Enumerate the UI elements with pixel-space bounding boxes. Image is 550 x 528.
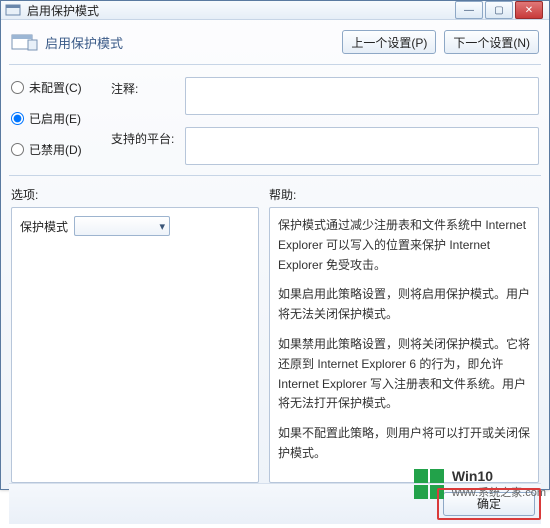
comment-input[interactable] <box>185 77 539 115</box>
divider-2 <box>9 175 541 176</box>
help-label: 帮助: <box>269 186 539 203</box>
platform-display <box>185 127 539 165</box>
radio-disabled-input[interactable] <box>11 143 24 156</box>
minimize-button[interactable]: — <box>455 1 483 19</box>
section-title: 启用保护模式 <box>45 33 123 52</box>
platform-label: 支持的平台: <box>111 127 179 147</box>
help-panel: 保护模式通过减少注册表和文件系统中 Internet Explorer 可以写入… <box>269 207 539 483</box>
radio-unconfigured-input[interactable] <box>11 81 24 94</box>
help-paragraph-4: 如果不配置此策略，则用户将可以打开或关闭保护模式。 <box>278 424 530 464</box>
config-area: 未配置(C) 已启用(E) 已禁用(D) 注释: 支持的平台: <box>9 73 541 175</box>
dialog-window: 启用保护模式 — ▢ ✕ 启用保护模式 上一个设置(P) 下一个设置(N) <box>0 0 550 490</box>
help-text: 保护模式通过减少注册表和文件系统中 Internet Explorer 可以写入… <box>278 216 530 464</box>
radio-disabled-label: 已禁用(D) <box>29 141 82 158</box>
radio-enabled-label: 已启用(E) <box>29 110 81 127</box>
app-icon <box>5 2 21 18</box>
radio-unconfigured[interactable]: 未配置(C) <box>11 79 101 96</box>
content-area: 启用保护模式 上一个设置(P) 下一个设置(N) 未配置(C) 已启用(E) <box>1 20 549 528</box>
maximize-button[interactable]: ▢ <box>485 1 513 19</box>
previous-setting-button[interactable]: 上一个设置(P) <box>342 30 436 54</box>
options-panel: 保护模式 ▾ <box>11 207 259 483</box>
header-row: 启用保护模式 上一个设置(P) 下一个设置(N) <box>9 26 541 64</box>
nav-buttons: 上一个设置(P) 下一个设置(N) <box>342 30 539 54</box>
radio-enabled[interactable]: 已启用(E) <box>11 110 101 127</box>
policy-icon <box>11 32 39 52</box>
comment-label: 注释: <box>111 77 179 97</box>
panel-labels: 选项: 帮助: <box>9 184 541 207</box>
protection-mode-dropdown[interactable]: ▾ <box>74 216 170 236</box>
help-paragraph-2: 如果启用此策略设置，则将启用保护模式。用户将无法关闭保护模式。 <box>278 285 530 325</box>
protection-mode-label: 保护模式 <box>20 218 68 235</box>
radio-unconfigured-label: 未配置(C) <box>29 79 82 96</box>
protection-mode-row: 保护模式 ▾ <box>20 216 250 236</box>
radio-enabled-input[interactable] <box>11 112 24 125</box>
radio-group: 未配置(C) 已启用(E) 已禁用(D) <box>11 77 101 165</box>
radio-disabled[interactable]: 已禁用(D) <box>11 141 101 158</box>
window-controls: — ▢ ✕ <box>455 1 545 19</box>
platform-row: 支持的平台: <box>111 127 539 165</box>
window-title: 启用保护模式 <box>27 2 455 19</box>
fields-column: 注释: 支持的平台: <box>111 77 539 165</box>
chevron-down-icon: ▾ <box>159 220 165 233</box>
footer-buttons: 确定 <box>9 483 541 524</box>
next-setting-button[interactable]: 下一个设置(N) <box>444 30 539 54</box>
lower-panels: 保护模式 ▾ 保护模式通过减少注册表和文件系统中 Internet Explor… <box>9 207 541 483</box>
close-button[interactable]: ✕ <box>515 1 543 19</box>
divider <box>9 64 541 65</box>
comment-row: 注释: <box>111 77 539 115</box>
help-paragraph-3: 如果禁用此策略设置，则将关闭保护模式。它将还原到 Internet Explor… <box>278 335 530 414</box>
titlebar: 启用保护模式 — ▢ ✕ <box>1 1 549 20</box>
help-paragraph-1: 保护模式通过减少注册表和文件系统中 Internet Explorer 可以写入… <box>278 216 530 275</box>
ok-button[interactable]: 确定 <box>443 492 535 516</box>
options-label: 选项: <box>11 186 259 203</box>
